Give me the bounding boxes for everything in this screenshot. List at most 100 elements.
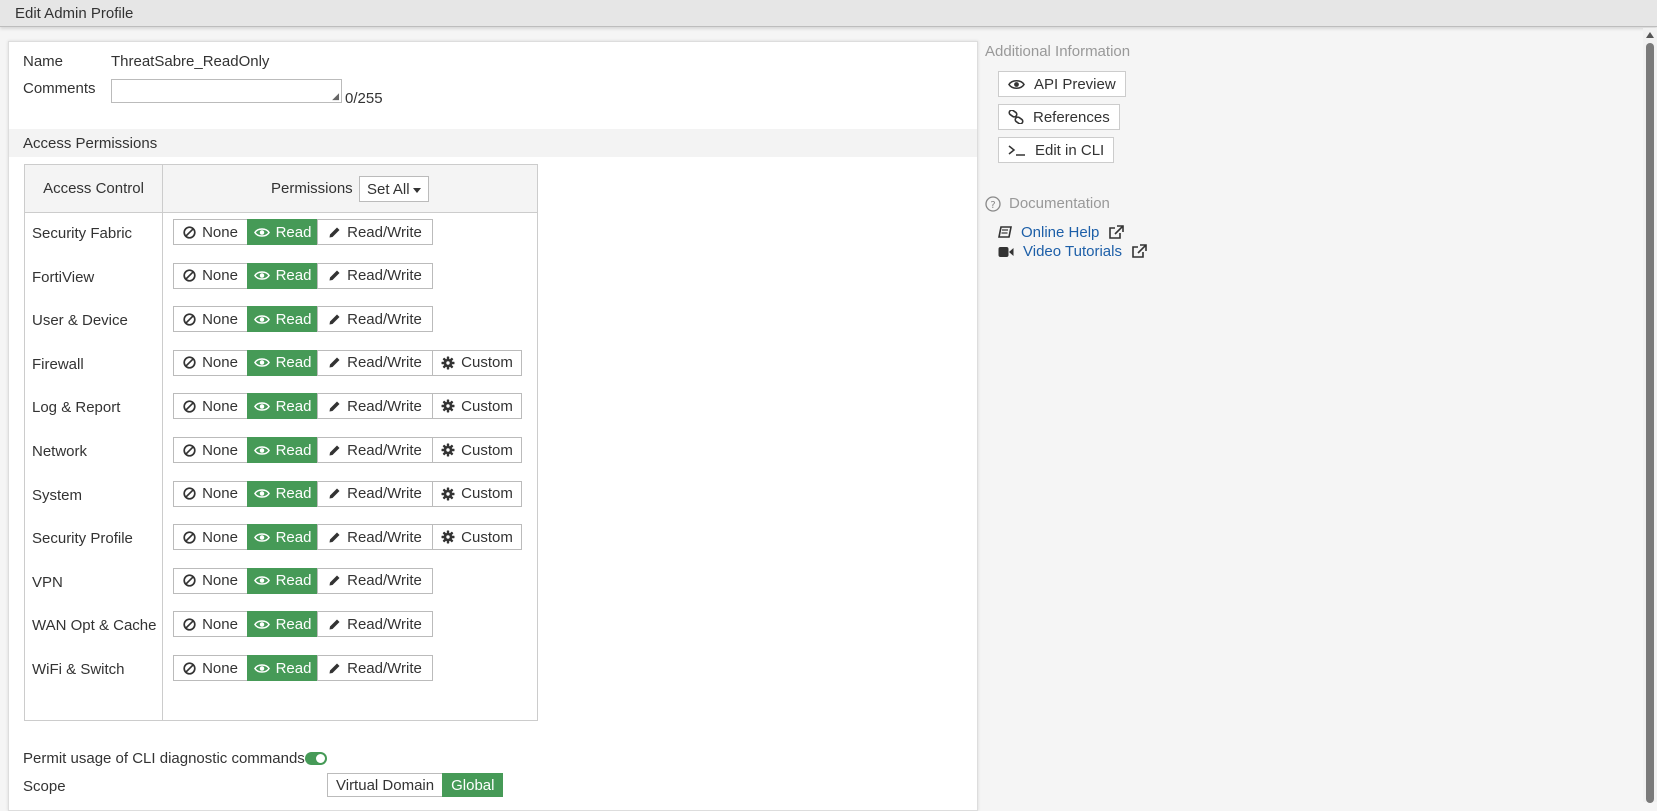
permission-read-button[interactable]: Read	[247, 611, 318, 638]
gear-icon	[441, 443, 455, 457]
access-row-label-log-report: Log & Report	[32, 399, 121, 417]
permission-none-button[interactable]: None	[173, 393, 248, 420]
online-help-link[interactable]: Online Help	[998, 224, 1125, 241]
ban-icon	[183, 661, 196, 675]
set-all-dropdown[interactable]: Set All	[359, 176, 429, 202]
scope-option-virtual-domain[interactable]: Virtual Domain	[327, 773, 444, 797]
video-tutorials-link[interactable]: Video Tutorials	[998, 243, 1147, 260]
gear-icon	[441, 356, 455, 370]
scroll-up-arrow-icon[interactable]	[1646, 32, 1654, 38]
permission-readwrite-button[interactable]: Read/Write	[317, 437, 433, 463]
permission-none-button[interactable]: None	[173, 349, 248, 376]
permission-none-button[interactable]: None	[173, 437, 248, 463]
access-row-label-user-device: User & Device	[32, 312, 128, 330]
pencil-icon	[329, 619, 340, 630]
access-row-label-wifi-switch: WiFi & Switch	[32, 661, 125, 678]
pencil-icon	[329, 314, 340, 325]
external-link-icon[interactable]	[1131, 244, 1147, 259]
book-icon	[998, 226, 1012, 238]
toggle-knob	[316, 754, 325, 763]
references-button[interactable]: References	[998, 104, 1120, 130]
pencil-icon	[329, 445, 340, 455]
permission-readwrite-button[interactable]: Read/Write	[317, 567, 433, 594]
permission-read-button[interactable]: Read	[247, 480, 318, 507]
permissions-table: Access Control Permissions Set All Secur…	[24, 164, 538, 721]
permission-custom-button[interactable]: Custom	[432, 349, 522, 376]
permission-none-button[interactable]: None	[173, 524, 248, 551]
permission-read-button[interactable]: Read	[247, 393, 318, 420]
permission-readwrite-button[interactable]: Read/Write	[317, 219, 433, 245]
permission-read-button[interactable]: Read	[247, 655, 318, 681]
additional-info-title: Additional Information	[985, 43, 1131, 60]
scope-option-global[interactable]: Global	[442, 773, 504, 797]
eye-icon	[253, 227, 270, 237]
permission-readwrite-button[interactable]: Read/Write	[317, 262, 433, 289]
eye-icon	[253, 271, 270, 280]
access-row-label-wan-opt-cache: WAN Opt & Cache	[32, 617, 157, 635]
permission-readwrite-button[interactable]: Read/Write	[317, 524, 433, 551]
permission-group-wan-opt-cache: None Read Read/Write	[173, 611, 433, 638]
eye-icon	[1008, 79, 1025, 89]
permission-readwrite-button[interactable]: Read/Write	[317, 393, 433, 420]
permission-read-button[interactable]: Read	[247, 567, 318, 594]
eye-icon	[253, 620, 270, 629]
name-label: Name	[23, 53, 64, 70]
gear-icon	[441, 487, 455, 501]
permission-readwrite-button[interactable]: Read/Write	[317, 611, 433, 638]
permission-none-button[interactable]: None	[173, 306, 248, 333]
main-panel: Name ThreatSabre_ReadOnly Comments ◢ 0/2…	[8, 41, 978, 811]
comments-input[interactable]: ◢	[111, 79, 342, 103]
gear-icon	[441, 530, 455, 544]
permission-readwrite-button[interactable]: Read/Write	[317, 655, 433, 681]
cli-diagnostic-toggle[interactable]	[305, 752, 327, 765]
question-circle-icon: ?	[985, 195, 1001, 212]
permission-readwrite-button[interactable]: Read/Write	[317, 306, 433, 333]
caret-down-icon	[412, 187, 421, 193]
access-row-label-vpn: VPN	[32, 573, 63, 591]
permission-read-button[interactable]: Read	[247, 219, 318, 245]
ban-icon	[183, 443, 196, 457]
edit-in-cli-button[interactable]: Edit in CLI	[998, 137, 1115, 163]
svg-text:?: ?	[990, 200, 995, 211]
ban-icon	[183, 356, 196, 369]
access-permissions-header: Access Permissions	[9, 129, 977, 157]
permission-none-button[interactable]: None	[173, 480, 248, 507]
api-preview-button[interactable]: API Preview	[998, 71, 1126, 97]
permission-none-button[interactable]: None	[173, 611, 248, 638]
video-camera-icon	[998, 246, 1014, 257]
scope-selector: Virtual Domain Global	[327, 773, 504, 797]
permission-custom-button[interactable]: Custom	[432, 480, 522, 507]
pencil-icon	[329, 575, 340, 586]
permission-custom-button[interactable]: Custom	[432, 524, 522, 551]
permission-none-button[interactable]: None	[173, 567, 248, 594]
permission-none-button[interactable]: None	[173, 655, 248, 681]
ban-icon	[183, 400, 196, 413]
permission-read-button[interactable]: Read	[247, 524, 318, 551]
resize-grip-icon[interactable]: ◢	[332, 92, 339, 101]
pencil-icon	[329, 227, 340, 237]
ban-icon	[183, 487, 196, 500]
permission-readwrite-button[interactable]: Read/Write	[317, 349, 433, 376]
vertical-scrollbar[interactable]	[1643, 28, 1657, 803]
permission-read-button[interactable]: Read	[247, 349, 318, 376]
access-row-label-firewall: Firewall	[32, 355, 84, 373]
permission-read-button[interactable]: Read	[247, 262, 318, 289]
scrollbar-thumb[interactable]	[1646, 43, 1654, 803]
pencil-icon	[329, 357, 340, 368]
permission-none-button[interactable]: None	[173, 219, 248, 245]
permission-custom-button[interactable]: Custom	[432, 393, 522, 420]
external-link-icon[interactable]	[1108, 225, 1125, 240]
access-row-label-fortiview: FortiView	[32, 268, 95, 286]
permission-none-button[interactable]: None	[173, 262, 248, 289]
permission-group-security-fabric: None Read Read/Write	[173, 219, 433, 245]
permission-group-user-device: None Read Read/Write	[173, 306, 433, 333]
permission-custom-button[interactable]: Custom	[432, 437, 522, 463]
eye-icon	[253, 532, 270, 542]
ban-icon	[183, 313, 196, 326]
permission-read-button[interactable]: Read	[247, 437, 318, 463]
permission-read-button[interactable]: Read	[247, 306, 318, 333]
permission-group-wifi-switch: None Read Read/Write	[173, 655, 433, 681]
permission-readwrite-button[interactable]: Read/Write	[317, 480, 433, 507]
ban-icon	[183, 225, 196, 239]
ban-icon	[183, 269, 196, 282]
